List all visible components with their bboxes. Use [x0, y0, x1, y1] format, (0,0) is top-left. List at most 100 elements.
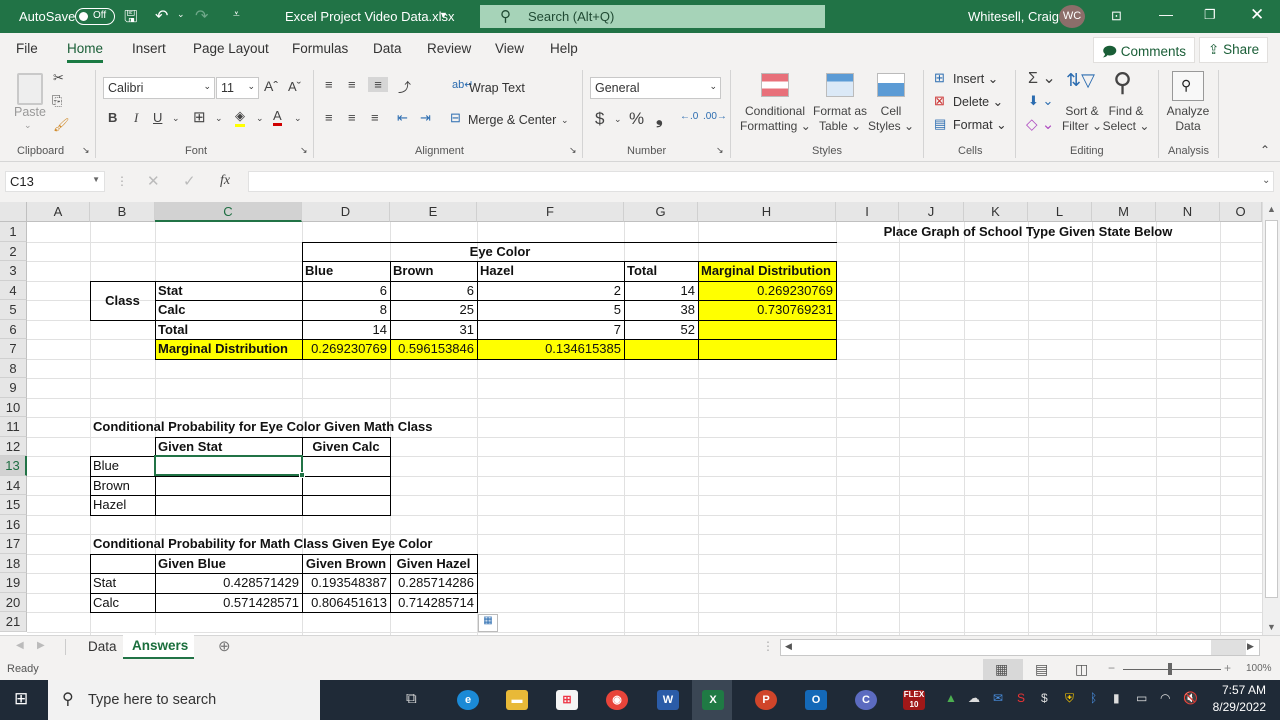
contingency-cell[interactable]: 8 — [302, 300, 390, 320]
contingency-header[interactable]: Brown — [390, 261, 477, 281]
contingency-cell[interactable]: 2 — [477, 281, 624, 301]
bold-button[interactable]: B — [108, 110, 117, 125]
clock-time[interactable]: 7:57 AM — [1214, 683, 1266, 697]
decrease-indent-icon[interactable]: ⇤ — [397, 110, 408, 126]
tab-page-layout[interactable]: Page Layout — [193, 41, 269, 56]
row-header-2[interactable]: 2 — [0, 241, 27, 261]
row-header-20[interactable]: 20 — [0, 592, 27, 612]
format-painter-icon[interactable]: 🖌 — [53, 117, 70, 133]
add-sheet-icon[interactable]: ⊕ — [218, 637, 231, 655]
align-left-icon[interactable]: ≡ — [325, 110, 333, 125]
autosum-icon[interactable]: Σ ⌄ — [1028, 68, 1056, 88]
clock-date[interactable]: 8/29/2022 — [1206, 700, 1266, 714]
column-header-k[interactable]: K — [964, 202, 1028, 222]
cond-eye-cell[interactable] — [302, 495, 390, 515]
contingency-cell[interactable]: 5 — [477, 300, 624, 320]
autosave-toggle[interactable]: Off — [75, 8, 115, 25]
sheet-tab-data[interactable]: Data — [88, 639, 117, 654]
row-header-14[interactable]: 14 — [0, 475, 27, 495]
conditional-formatting-button[interactable]: Conditional Formatting ⌄ — [740, 104, 811, 134]
cond-class-cell[interactable]: 0.285714286 — [390, 573, 477, 593]
sheet-tab-answers[interactable]: Answers — [123, 635, 194, 659]
contingency-row-label[interactable]: Stat — [155, 281, 302, 301]
row-header-6[interactable]: 6 — [0, 319, 27, 339]
snagit-icon[interactable]: S — [1017, 691, 1025, 705]
usb-icon[interactable]: ▮ — [1113, 691, 1120, 705]
contingency-row-label[interactable]: Calc — [155, 300, 302, 320]
cond-eye-header[interactable]: Given Stat — [155, 437, 302, 457]
contingency-cell[interactable]: 0.730769231 — [698, 300, 836, 320]
scroll-down-icon[interactable]: ▼ — [1267, 622, 1276, 632]
underline-button[interactable]: U — [153, 110, 162, 125]
battery-icon[interactable]: ▭ — [1136, 691, 1147, 705]
clear-icon[interactable]: ◇ ⌄ — [1026, 115, 1054, 133]
row-header-10[interactable]: 10 — [0, 397, 27, 417]
decrease-font-icon[interactable]: Aˇ — [288, 79, 301, 94]
top-align-icon[interactable]: ≡ — [325, 77, 333, 92]
contingency-cell[interactable]: 0.269230769 — [302, 339, 390, 359]
fill-color-icon[interactable]: ◈ — [235, 108, 245, 127]
prev-sheet-icon[interactable]: ◀ — [16, 640, 24, 651]
merge-center-button[interactable]: Merge & Center — [468, 113, 556, 127]
file-explorer-icon[interactable]: ▬ — [506, 690, 528, 710]
underline-dropdown-icon[interactable]: ⌄ — [172, 113, 180, 124]
row-header-11[interactable]: 11 — [0, 417, 27, 437]
contingency-cell[interactable]: 6 — [302, 281, 390, 301]
cond-eye-header[interactable]: Given Calc — [302, 437, 390, 457]
cond-class-row-label[interactable]: Stat — [90, 573, 155, 593]
close-icon[interactable]: ✕ — [1250, 5, 1264, 25]
currency-button[interactable]: $ — [595, 109, 604, 129]
zoom-slider-thumb[interactable] — [1168, 663, 1172, 675]
contingency-header[interactable]: Marginal Distribution — [698, 261, 836, 281]
normal-view-icon[interactable]: ▦ — [995, 661, 1008, 678]
edge-icon[interactable]: e — [457, 690, 479, 710]
column-header-j[interactable]: J — [899, 202, 964, 222]
column-header-b[interactable]: B — [90, 202, 155, 222]
chrome-profile-icon[interactable]: C — [855, 690, 877, 710]
column-header-d[interactable]: D — [302, 202, 390, 222]
onedrive-icon[interactable]: ☁ — [968, 691, 980, 705]
scroll-right-icon[interactable]: ▶ — [1247, 641, 1254, 652]
active-cell-c13[interactable] — [154, 455, 303, 476]
cond-class-cell[interactable]: 0.571428571 — [155, 593, 302, 613]
save-icon[interactable]: 🖫 — [124, 6, 138, 33]
column-header-e[interactable]: E — [390, 202, 477, 222]
column-header-i[interactable]: I — [836, 202, 899, 222]
row-header-18[interactable]: 18 — [0, 553, 27, 573]
redo-icon[interactable]: ↷ — [195, 6, 208, 26]
alignment-launcher-icon[interactable]: ↘ — [569, 145, 577, 156]
class-label[interactable]: Class — [90, 281, 155, 320]
row-header-13[interactable]: 13 — [0, 456, 27, 476]
wifi-icon[interactable]: ◠ — [1160, 691, 1170, 705]
contingency-cell[interactable]: 0.269230769 — [698, 280, 836, 300]
contingency-cell[interactable]: 0.596153846 — [390, 339, 477, 359]
row-header-15[interactable]: 15 — [0, 495, 27, 515]
font-color-dropdown-icon[interactable]: ⌄ — [294, 113, 302, 124]
taskbar-search-box[interactable]: ⚲ Type here to search — [48, 680, 320, 720]
contingency-cell[interactable]: 7 — [477, 320, 624, 340]
analyze-data-button[interactable]: Analyze Data — [1163, 104, 1213, 134]
tab-data[interactable]: Data — [373, 41, 402, 56]
outlook-icon[interactable]: O — [805, 690, 827, 710]
fill-icon[interactable]: ⬇ ⌄ — [1028, 93, 1053, 109]
tab-view[interactable]: View — [495, 41, 524, 56]
format-cells-button[interactable]: Format ⌄ — [953, 117, 1007, 132]
delete-cells-button[interactable]: Delete ⌄ — [953, 94, 1003, 109]
currency-dropdown-icon[interactable]: ⌄ — [614, 114, 622, 125]
tab-home[interactable]: Home — [67, 41, 104, 63]
zoom-level[interactable]: 100% — [1246, 663, 1272, 674]
powerpoint-icon[interactable]: P — [755, 690, 777, 710]
row-header-7[interactable]: 7 — [0, 339, 27, 359]
cond-eye-cell[interactable] — [155, 495, 302, 515]
fill-handle[interactable] — [299, 472, 305, 478]
increase-decimal-icon[interactable]: ←.0 — [680, 111, 698, 122]
tray-app-icon[interactable]: $ — [1041, 691, 1048, 705]
row-header-1[interactable]: 1 — [0, 222, 27, 242]
column-header-l[interactable]: L — [1028, 202, 1092, 222]
enter-icon[interactable]: ✓ — [183, 172, 196, 190]
cond-class-cell[interactable]: 0.428571429 — [155, 573, 302, 593]
horizontal-scrollbar[interactable]: ◀ ▶ — [780, 639, 1260, 656]
column-header-c[interactable]: C — [155, 202, 302, 222]
row-header-16[interactable]: 16 — [0, 514, 27, 534]
cell-styles-button[interactable]: Cell Styles ⌄ — [868, 104, 914, 134]
